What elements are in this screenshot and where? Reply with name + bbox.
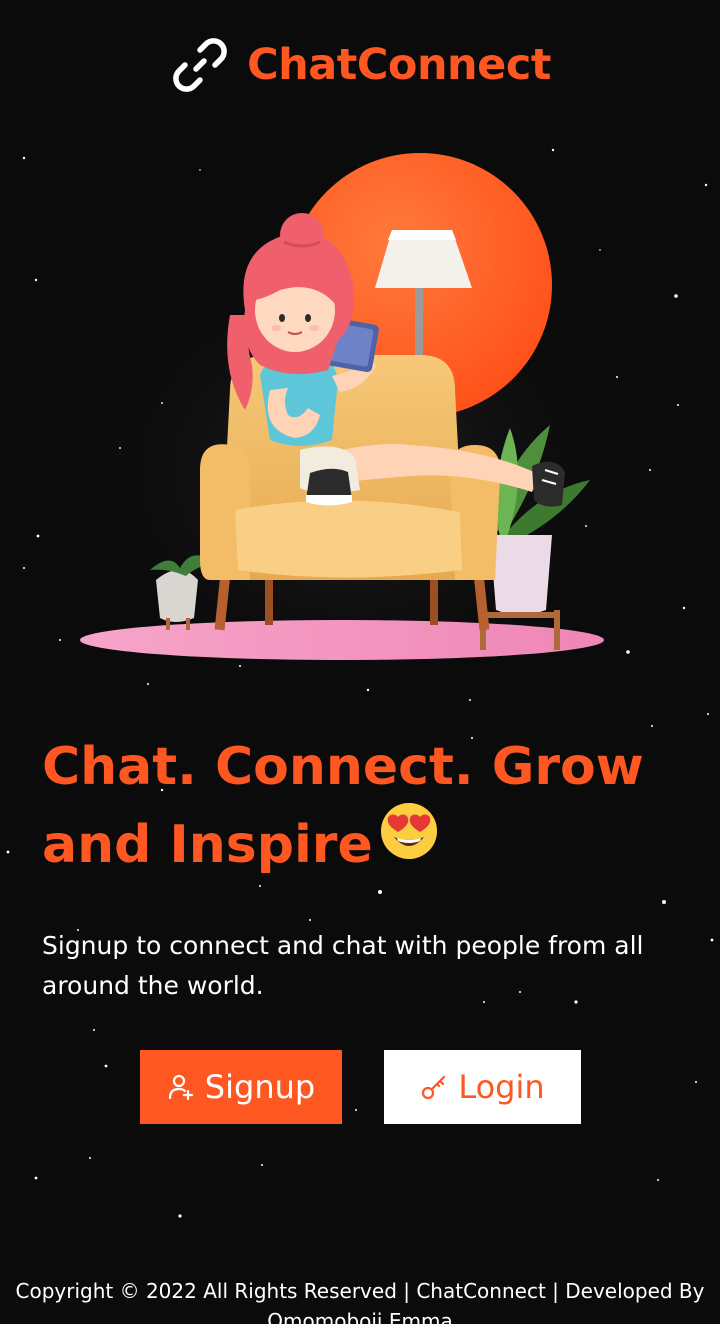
hero-subtext: Signup to connect and chat with people f… <box>42 931 644 1000</box>
app-header: ChatConnect <box>0 30 720 100</box>
heart-eyes-emoji-icon <box>379 801 439 883</box>
landing-page: ChatConnect Chat. Connect. Grow and Insp… <box>0 0 720 1324</box>
signup-label: Signup <box>204 1068 316 1106</box>
hero-illustration <box>70 153 630 700</box>
login-button[interactable]: Login <box>384 1050 581 1124</box>
brand-name[interactable]: ChatConnect <box>247 40 551 90</box>
signup-button[interactable]: Signup <box>140 1050 342 1124</box>
key-icon <box>420 1073 448 1101</box>
headline-text: Chat. Connect. Grow and Inspire <box>42 737 644 875</box>
hero-headline: Chat. Connect. Grow and Inspire <box>42 728 682 889</box>
footer-copyright: Copyright © 2022 All Rights Reserved | C… <box>15 1279 705 1324</box>
login-label: Login <box>458 1068 545 1106</box>
chain-link-icon <box>169 34 231 96</box>
user-plus-icon <box>167 1073 195 1101</box>
